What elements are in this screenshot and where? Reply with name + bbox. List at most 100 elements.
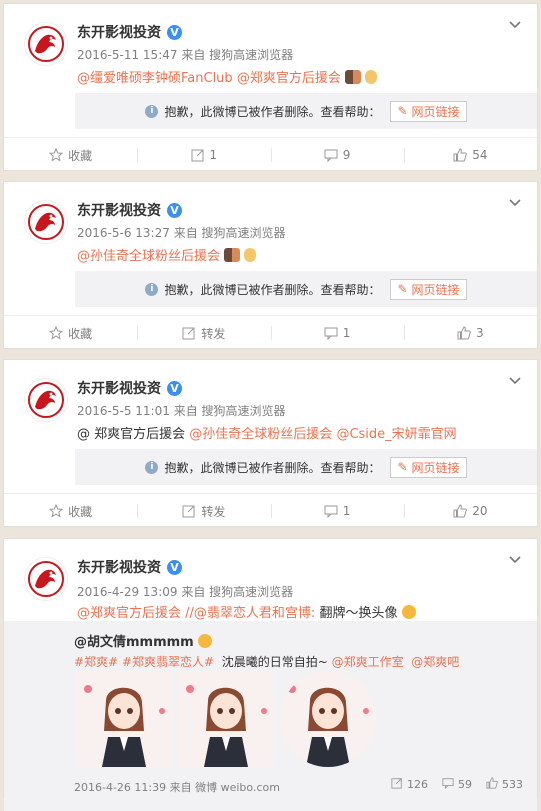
collect-button[interactable]: 收藏 [4,494,137,528]
like-button[interactable]: 20 [403,494,537,528]
comment-count[interactable]: 59 [442,777,472,792]
deleted-notice: i 抱歉，此微博已被作者删除。查看帮助： ✎ 网页链接 [75,271,537,307]
chevron-down-icon[interactable] [509,374,523,388]
verified-icon: V [167,24,182,40]
hand-emoji-icon [244,248,257,262]
post-date[interactable]: 2016-5-11 15:47 [77,48,178,62]
author-avatar[interactable] [24,557,68,601]
victory-hand-emoji-icon [365,70,378,84]
post-meta: 2016-4-29 13:09 来自 搜狗高速浏览器 [77,585,294,599]
action-bar: 收藏 1 9 54 [4,137,537,172]
action-bar: 收藏 转发 1 20 [4,493,537,528]
content-text: 翻牌～换头像 [319,606,398,621]
photo-thumbnail[interactable] [178,671,274,767]
verified-icon: V [167,202,182,218]
mention-link[interactable]: @孙佳奇全球粉丝后援会 [189,427,332,442]
post-source[interactable]: 搜狗高速浏览器 [202,226,286,240]
info-icon: i [145,104,159,118]
collect-button[interactable]: 收藏 [4,138,137,172]
author-name[interactable]: 东开影视投资 V [77,22,182,42]
forwarded-author: @胡文倩mmmmm [74,631,213,650]
deleted-notice: i 抱歉，此微博已被作者删除。查看帮助： ✎ 网页链接 [75,449,537,485]
weibo-card: 东开影视投资 V 2016-5-5 11:01 来自 搜狗高速浏览器 @ 郑爽官方… [3,359,538,527]
post-content: @孙佳奇全球粉丝后援会 [77,245,257,264]
post-source[interactable]: 搜狗高速浏览器 [209,585,293,599]
people-emoji-icon [224,248,241,262]
star-icon [49,504,64,518]
link-icon: ✎ [397,282,408,296]
forward-button[interactable]: 转发 [137,316,270,350]
forward-button[interactable]: 转发 [137,494,270,528]
thumbs-up-icon [453,148,468,162]
like-button[interactable]: 54 [403,138,537,172]
mention-link[interactable]: @孙佳奇全球粉丝后援会 [77,249,220,264]
link-icon: ✎ [397,460,408,474]
chevron-down-icon[interactable] [509,553,523,567]
weibo-card: 东开影视投资 V 2016-5-6 13:27 来自 搜狗高速浏览器 @孙佳奇全球… [3,181,538,349]
post-content: @郑爽官方后援会 //@翡翠恋人君和宫博: 翻牌～换头像 [77,602,416,621]
thumbs-up-icon [457,326,471,340]
collect-button[interactable]: 收藏 [4,316,137,350]
web-link-button[interactable]: ✎ 网页链接 [390,278,467,300]
verified-icon: V [167,559,182,575]
comment-button[interactable]: 9 [270,138,404,172]
thumbs-up-icon [486,777,498,792]
forwarded-post: @胡文倩mmmmm #郑爽# #郑爽翡翠恋人# 沈晨曦的日常自拍~ @郑爽工作室… [4,621,537,811]
forward-icon [391,777,403,792]
star-icon [49,326,64,340]
like-button[interactable]: 3 [403,316,537,350]
author-avatar[interactable] [24,22,68,66]
weibo-card: 东开影视投资 V 2016-5-11 15:47 来自 搜狗高速浏览器 @缰爱唯硕… [3,3,538,171]
author-avatar[interactable] [24,378,68,422]
post-date[interactable]: 2016-5-6 13:27 [77,226,170,240]
mention-link[interactable]: @郑爽官方后援会 [77,606,181,621]
forwarded-footer: 2016-4-26 11:39 来自 微博 weibo.com [74,781,280,794]
author-avatar[interactable] [24,200,68,244]
forwarded-stats: 126 59 533 [391,777,523,792]
post-date[interactable]: 2016-5-5 11:01 [77,404,170,418]
photo-thumbnail[interactable] [280,671,376,767]
link-icon: ✎ [397,104,408,118]
comment-button[interactable]: 1 [270,494,404,528]
author-name[interactable]: 东开影视投资 V [77,557,182,577]
web-link-button[interactable]: ✎ 网页链接 [390,100,467,122]
author-name[interactable]: 东开影视投资 V [77,200,182,220]
comment-icon [324,148,338,162]
forward-count[interactable]: 126 [391,777,428,792]
author-name[interactable]: 东开影视投资 V [77,378,182,398]
mention-link[interactable]: @郑爽吧 [411,655,459,669]
forward-button[interactable]: 1 [137,138,270,172]
forwarded-text: #郑爽# #郑爽翡翠恋人# 沈晨曦的日常自拍~ @郑爽工作室 @郑爽吧 [74,655,460,669]
repost-chain-link[interactable]: //@翡翠恋人君和宫博: [185,606,315,621]
topic-link[interactable]: #郑爽# [74,655,118,669]
post-content: @ 郑爽官方后援会 @孙佳奇全球粉丝后援会 @Cside_宋妍霏官网 [77,423,457,442]
thumbs-up-icon [453,504,468,518]
weibo-card: 东开影视投资 V 2016-4-29 13:09 来自 搜狗高速浏览器 @郑爽官方… [3,538,538,811]
people-emoji-icon [344,70,361,84]
chevron-down-icon[interactable] [509,18,523,32]
content-text: @ 郑爽官方后援会 [77,427,186,442]
forward-icon [191,148,205,162]
kiss-face-emoji-icon [198,634,213,648]
comment-button[interactable]: 1 [270,316,404,350]
laughing-face-emoji-icon [401,605,416,619]
post-content: @缰爱唯硕李钟硕FanClub @郑爽官方后援会 [77,67,378,86]
like-count[interactable]: 533 [486,777,523,792]
mention-link[interactable]: @郑爽工作室 [332,655,404,669]
web-link-button[interactable]: ✎ 网页链接 [390,456,467,478]
post-meta: 2016-5-5 11:01 来自 搜狗高速浏览器 [77,404,286,418]
post-source[interactable]: 搜狗高速浏览器 [202,404,286,418]
comment-icon [324,504,338,518]
topic-link[interactable]: #郑爽翡翠恋人# [122,655,214,669]
mention-link[interactable]: @郑爽官方后援会 [237,71,341,86]
comment-icon [324,326,338,340]
deleted-notice: i 抱歉，此微博已被作者删除。查看帮助： ✎ 网页链接 [75,93,537,129]
photo-thumbnail[interactable] [76,671,172,767]
forward-icon [182,504,196,518]
mention-link[interactable]: @缰爱唯硕李钟硕FanClub [77,71,233,86]
mention-link[interactable]: @Cside_宋妍霏官网 [336,427,456,442]
post-date[interactable]: 2016-4-29 13:09 [77,585,178,599]
post-source[interactable]: 搜狗高速浏览器 [209,48,293,62]
chevron-down-icon[interactable] [509,196,523,210]
info-icon: i [145,460,159,474]
